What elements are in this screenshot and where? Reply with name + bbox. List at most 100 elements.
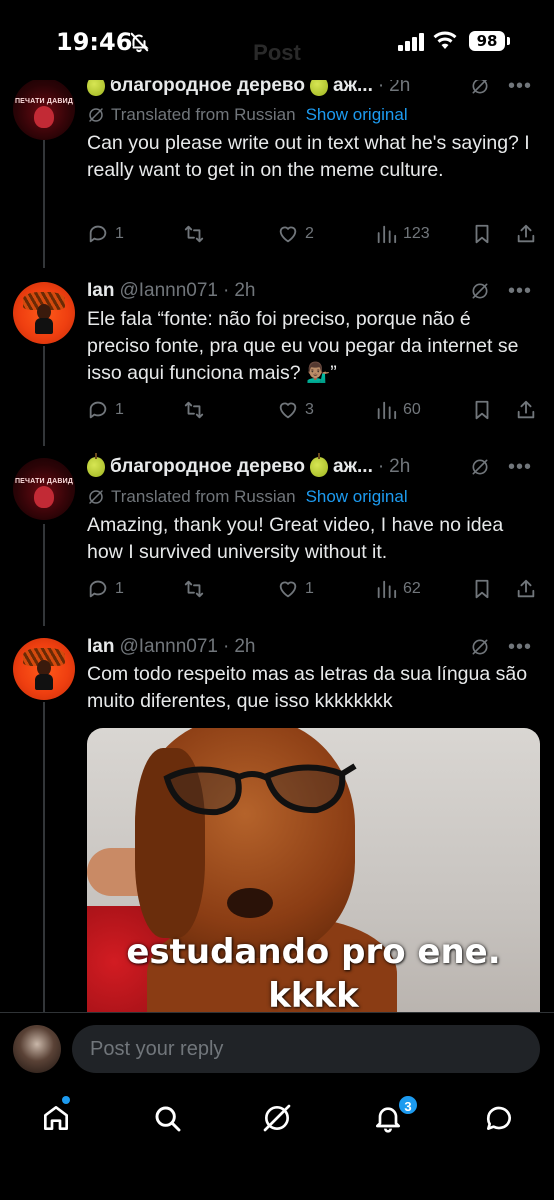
share-button[interactable] — [515, 222, 537, 246]
reply-button[interactable]: 1 — [87, 222, 124, 246]
like-count: 2 — [305, 225, 314, 242]
like-button[interactable]: 1 — [277, 577, 314, 601]
view-count: 123 — [403, 225, 430, 242]
share-button[interactable] — [515, 398, 537, 422]
tweet-header: благородное дерево аж... · 2h — [87, 453, 411, 480]
like-count: 1 — [305, 580, 314, 597]
tweet-actions: 1 1 62 — [87, 577, 539, 601]
reply-input[interactable]: Post your reply — [72, 1025, 540, 1073]
grok-icon — [263, 1104, 291, 1132]
translation-notice: Translated from Russian Show original — [87, 104, 408, 126]
wifi-icon — [433, 31, 457, 49]
like-button[interactable]: 2 — [277, 222, 314, 246]
repost-icon — [184, 580, 204, 598]
bookmark-icon — [475, 579, 489, 599]
bookmark-button[interactable] — [471, 577, 493, 601]
bottom-nav: 3 — [0, 1084, 554, 1200]
home-notification-dot — [62, 1096, 70, 1104]
repost-icon — [184, 225, 204, 243]
views-button[interactable]: 60 — [375, 398, 421, 422]
repost-icon — [184, 401, 204, 419]
handle[interactable]: @Iannn071 — [119, 280, 218, 302]
more-icon[interactable]: ••• — [508, 637, 532, 657]
view-count: 62 — [403, 580, 421, 597]
bookmark-button[interactable] — [471, 398, 493, 422]
glasses-shape — [163, 763, 357, 816]
tweet-header: Ian @Iannn071 · 2h — [87, 636, 256, 658]
bookmark-button[interactable] — [471, 222, 493, 246]
nav-grok[interactable] — [257, 1098, 297, 1138]
share-icon — [517, 400, 535, 419]
reply-button[interactable]: 1 — [87, 398, 124, 422]
signal-icon — [398, 33, 424, 51]
my-avatar[interactable] — [13, 1025, 61, 1073]
display-name[interactable]: Ian — [87, 280, 114, 302]
show-original-link[interactable]: Show original — [306, 487, 408, 507]
heart-icon — [279, 581, 297, 598]
tweet-text: Com todo respeito mas as letras da sua l… — [87, 663, 528, 712]
more-icon[interactable]: ••• — [508, 76, 532, 96]
translated-label: Translated from Russian — [111, 487, 296, 506]
grok-icon — [89, 490, 103, 504]
timestamp: 2h — [389, 456, 411, 477]
reply-count: 1 — [115, 580, 124, 597]
media-caption-line1: estudando pro ene. — [126, 932, 501, 972]
repost-button[interactable] — [183, 222, 211, 246]
display-name[interactable]: Ian — [87, 636, 114, 658]
heart-icon — [279, 402, 297, 419]
views-button[interactable]: 123 — [375, 222, 430, 246]
heart-icon — [279, 226, 297, 243]
like-button[interactable]: 3 — [277, 398, 314, 422]
like-count: 3 — [305, 401, 314, 418]
dog-nose-shape — [227, 888, 273, 918]
translation-notice: Translated from Russian Show original — [87, 486, 408, 508]
reply-icon — [89, 401, 107, 419]
reply-button[interactable]: 1 — [87, 577, 124, 601]
thread-line — [43, 140, 45, 268]
reply-icon — [89, 580, 107, 598]
nav-search[interactable] — [147, 1098, 187, 1138]
nav-messages[interactable] — [479, 1098, 519, 1138]
reply-composer: Post your reply — [0, 1012, 554, 1084]
messages-icon — [486, 1106, 511, 1130]
tweet-header: Ian @Iannn071 · 2h — [87, 280, 256, 302]
status-time: 19:46 — [56, 28, 133, 56]
avatar[interactable] — [13, 638, 75, 700]
show-original-link[interactable]: Show original — [306, 105, 408, 125]
view-count: 60 — [403, 401, 421, 418]
reply-count: 1 — [115, 225, 124, 242]
display-name-suffix[interactable]: аж... — [333, 456, 373, 478]
more-icon[interactable]: ••• — [508, 281, 532, 301]
tweet-text: Amazing, thank you! Great video, I have … — [87, 514, 504, 563]
timestamp: 2h — [234, 280, 256, 301]
handle[interactable]: @Iannn071 — [119, 636, 218, 658]
share-icon — [517, 224, 535, 243]
thread-line — [43, 702, 45, 1012]
grok-icon[interactable] — [470, 457, 490, 477]
views-icon — [377, 580, 397, 599]
pear-emoji — [309, 453, 328, 477]
more-icon[interactable]: ••• — [508, 457, 532, 477]
views-button[interactable]: 62 — [375, 577, 421, 601]
search-icon — [155, 1106, 181, 1132]
nav-home[interactable] — [36, 1098, 76, 1138]
avatar[interactable]: ПЕЧАТИ ДАВИД — [13, 78, 75, 140]
repost-button[interactable] — [183, 398, 211, 422]
grok-icon[interactable] — [470, 281, 490, 301]
tweet-media-image[interactable]: estudando pro ene. kkkk — [87, 728, 540, 1028]
share-button[interactable] — [515, 577, 537, 601]
translated-label: Translated from Russian — [111, 105, 296, 124]
avatar[interactable] — [13, 282, 75, 344]
media-caption-line2: kkkk — [268, 976, 359, 1016]
grok-icon[interactable] — [470, 637, 490, 657]
avatar[interactable]: ПЕЧАТИ ДАВИД — [13, 458, 75, 520]
tweet-text: Can you please write out in text what he… — [87, 132, 530, 181]
timestamp: 2h — [234, 636, 256, 657]
grok-icon — [89, 108, 103, 122]
display-name[interactable]: благородное дерево — [110, 456, 305, 478]
thread-line — [43, 524, 45, 626]
repost-button[interactable] — [183, 577, 211, 601]
bookmark-icon — [475, 400, 489, 420]
bell-off-icon — [130, 32, 149, 53]
share-icon — [517, 579, 535, 598]
